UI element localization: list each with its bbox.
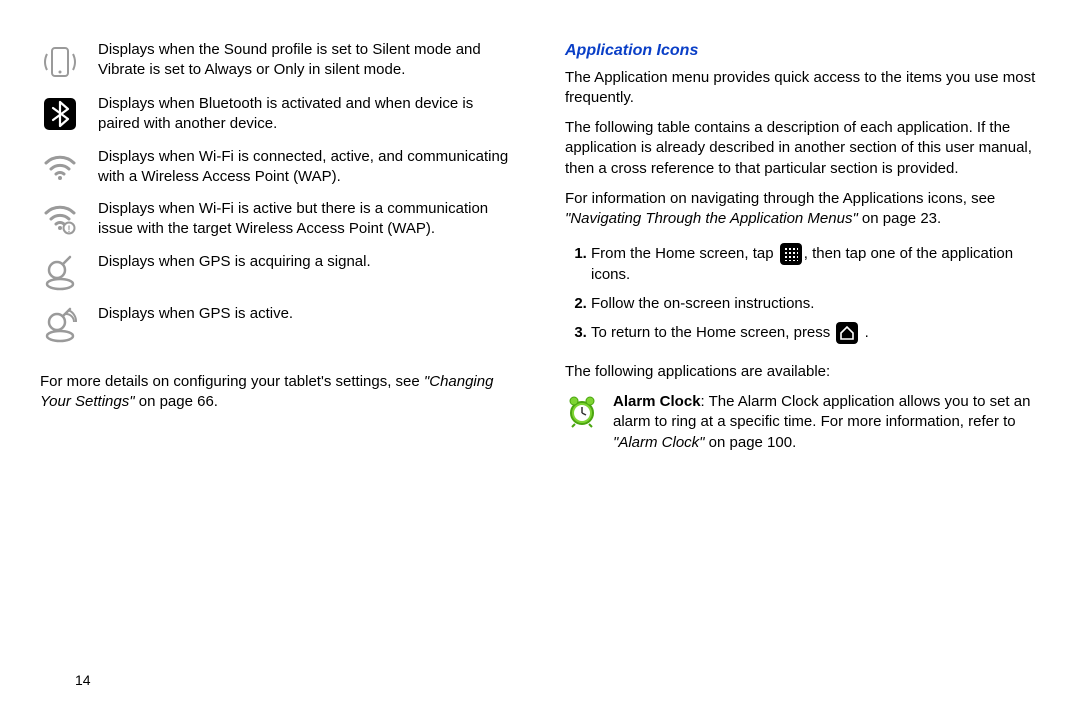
left-footer: For more details on configuring your tab…: [40, 372, 515, 413]
step-1: From the Home screen, tap , then tap one…: [591, 243, 1040, 285]
step3-pre: To return to the Home screen, press: [591, 324, 834, 341]
alarm-link: "Alarm Clock": [613, 434, 705, 451]
apps-available: The following applications are available…: [565, 362, 1040, 382]
step3-post: .: [860, 324, 868, 341]
right-column: Application Icons The Application menu p…: [565, 40, 1040, 700]
step-2: Follow the on-screen instructions.: [591, 294, 1040, 314]
wifi-issue-icon: !: [40, 199, 80, 240]
intro-p2: The following table contains a descripti…: [565, 118, 1040, 179]
wifi-connected-icon: [40, 147, 80, 188]
intro-p1: The Application menu provides quick acce…: [565, 68, 1040, 109]
step2-text: Follow the on-screen instructions.: [591, 295, 814, 312]
p3-post: on page 23.: [858, 210, 941, 227]
step-3: To return to the Home screen, press .: [591, 322, 1040, 344]
gps-active-icon: [40, 304, 80, 344]
svg-text:!: !: [68, 224, 71, 234]
app-row-alarm: Alarm Clock: The Alarm Clock application…: [565, 392, 1040, 453]
gps-acquiring-text: Displays when GPS is acquiring a signal.: [98, 252, 515, 292]
steps-list: From the Home screen, tap , then tap one…: [565, 243, 1040, 352]
vibrate-text: Displays when the Sound profile is set t…: [98, 40, 515, 82]
intro-p3: For information on navigating through th…: [565, 189, 1040, 230]
status-row-gps-active: Displays when GPS is active.: [40, 304, 515, 344]
left-footer-post: on page 66.: [135, 393, 218, 410]
section-heading: Application Icons: [565, 40, 1040, 62]
alarm-text2: on page 100.: [705, 434, 797, 451]
home-button-icon: [836, 322, 858, 344]
apps-grid-icon: [780, 243, 802, 265]
bluetooth-text: Displays when Bluetooth is activated and…: [98, 94, 515, 135]
alarm-title: Alarm Clock: [613, 393, 701, 410]
wifi-connected-text: Displays when Wi-Fi is connected, active…: [98, 147, 515, 188]
status-row-vibrate: Displays when the Sound profile is set t…: [40, 40, 515, 82]
alarm-clock-icon: [565, 392, 599, 453]
status-row-wifi-issue: ! Displays when Wi-Fi is active but ther…: [40, 199, 515, 240]
status-row-bluetooth: Displays when Bluetooth is activated and…: [40, 94, 515, 135]
step1-pre: From the Home screen, tap: [591, 245, 778, 262]
status-row-gps-acquiring: Displays when GPS is acquiring a signal.: [40, 252, 515, 292]
bluetooth-icon: [40, 94, 80, 135]
alarm-description: Alarm Clock: The Alarm Clock application…: [613, 392, 1040, 453]
gps-acquiring-icon: [40, 252, 80, 292]
left-footer-pre: For more details on configuring your tab…: [40, 373, 424, 390]
status-row-wifi-connected: Displays when Wi-Fi is connected, active…: [40, 147, 515, 188]
p3-pre: For information on navigating through th…: [565, 190, 995, 207]
page-number: 14: [75, 671, 91, 690]
p3-link: "Navigating Through the Application Menu…: [565, 210, 858, 227]
wifi-issue-text: Displays when Wi-Fi is active but there …: [98, 199, 515, 240]
vibrate-icon: [40, 40, 80, 82]
manual-page: Displays when the Sound profile is set t…: [0, 0, 1080, 720]
left-column: Displays when the Sound profile is set t…: [40, 40, 515, 700]
gps-active-text: Displays when GPS is active.: [98, 304, 515, 344]
